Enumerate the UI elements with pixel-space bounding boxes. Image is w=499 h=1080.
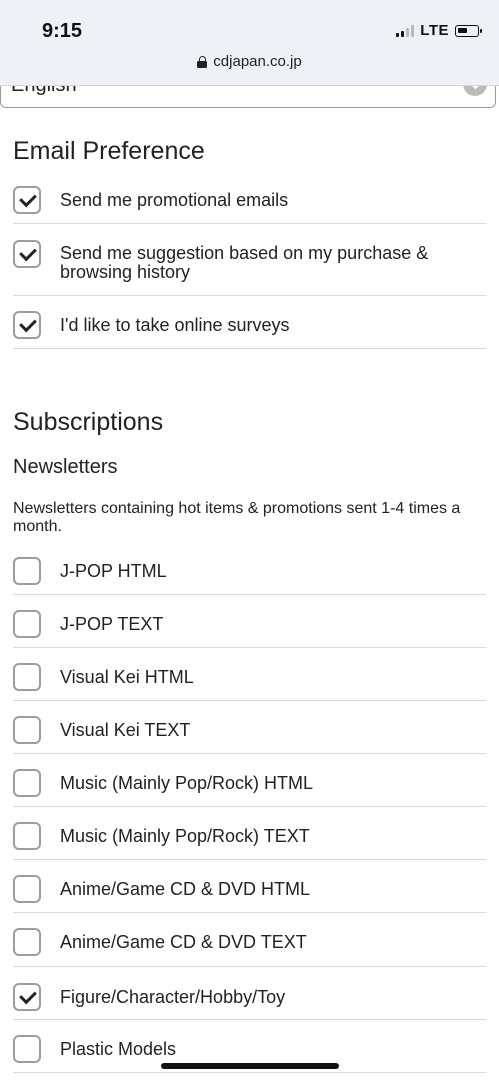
music-html-checkbox[interactable] (13, 769, 41, 797)
newsletter-anime-text[interactable]: Anime/Game CD & DVD TEXT (13, 913, 486, 967)
newsletter-music-html[interactable]: Music (Mainly Pop/Rock) HTML (13, 754, 486, 807)
network-type: LTE (420, 22, 449, 39)
visualkei-text-checkbox[interactable] (13, 716, 41, 744)
checkmark-icon (19, 243, 37, 262)
browser-top-bar: 9:15 LTE cdjapan.co.jp (0, 0, 499, 86)
checkmark-icon (19, 189, 37, 208)
newsletter-label: J-POP TEXT (60, 614, 164, 634)
newsletters-description: Newsletters containing hot items & promo… (13, 500, 461, 535)
checkmark-icon (19, 314, 37, 333)
newsletter-figure-hobby[interactable]: Figure/Character/Hobby/Toy (13, 967, 486, 1020)
jpop-text-checkbox[interactable] (13, 610, 41, 638)
url-bar[interactable]: cdjapan.co.jp (0, 53, 499, 70)
battery-icon (455, 24, 482, 37)
newsletter-label: Figure/Character/Hobby/Toy (60, 987, 286, 1007)
plastic-models-checkbox[interactable] (13, 1035, 41, 1063)
newsletter-visualkei-text[interactable]: Visual Kei TEXT (13, 701, 486, 754)
jpop-html-checkbox[interactable] (13, 557, 41, 585)
newsletter-anime-html[interactable]: Anime/Game CD & DVD HTML (13, 860, 486, 913)
newsletter-label: Music (Mainly Pop/Rock) HTML (60, 773, 314, 793)
email-option-promotional[interactable]: Send me promotional emails (13, 174, 486, 224)
figure-hobby-checkbox[interactable] (13, 983, 41, 1011)
option-label: Send me promotional emails (60, 190, 289, 210)
suggestions-checkbox[interactable] (13, 240, 41, 268)
option-label: I'd like to take online surveys (60, 315, 290, 335)
checkmark-icon (19, 986, 37, 1005)
newsletter-visualkei-html[interactable]: Visual Kei HTML (13, 648, 486, 701)
email-option-suggestions[interactable]: Send me suggestion based on my purchase … (13, 224, 486, 296)
email-preference-heading: Email Preference (13, 137, 205, 165)
option-label: Send me suggestion based on my purchase … (60, 243, 429, 282)
cellular-signal-icon (396, 24, 415, 37)
newsletter-music-text[interactable]: Music (Mainly Pop/Rock) TEXT (13, 807, 486, 860)
anime-text-checkbox[interactable] (13, 928, 41, 956)
newsletter-jpop-text[interactable]: J-POP TEXT (13, 595, 486, 648)
subscriptions-heading: Subscriptions (13, 408, 164, 436)
promotional-emails-checkbox[interactable] (13, 186, 41, 214)
status-time: 9:15 (42, 20, 83, 42)
newsletter-label: Plastic Models (60, 1039, 177, 1059)
newsletter-label: Anime/Game CD & DVD TEXT (60, 932, 307, 952)
visualkei-html-checkbox[interactable] (13, 663, 41, 691)
newsletter-label: Anime/Game CD & DVD HTML (60, 879, 311, 899)
newsletter-label: Music (Mainly Pop/Rock) TEXT (60, 826, 310, 846)
lock-icon (197, 55, 208, 68)
email-option-surveys[interactable]: I'd like to take online surveys (13, 296, 486, 349)
home-indicator[interactable] (161, 1063, 339, 1069)
status-icons: LTE (396, 22, 482, 39)
newsletter-jpop-html[interactable]: J-POP HTML (13, 542, 486, 595)
newsletter-label: J-POP HTML (60, 561, 167, 581)
surveys-checkbox[interactable] (13, 311, 41, 339)
newsletters-heading: Newsletters (13, 456, 118, 478)
url-text: cdjapan.co.jp (213, 53, 302, 70)
newsletter-label: Visual Kei TEXT (60, 720, 191, 740)
music-text-checkbox[interactable] (13, 822, 41, 850)
anime-html-checkbox[interactable] (13, 875, 41, 903)
newsletter-label: Visual Kei HTML (60, 667, 194, 687)
